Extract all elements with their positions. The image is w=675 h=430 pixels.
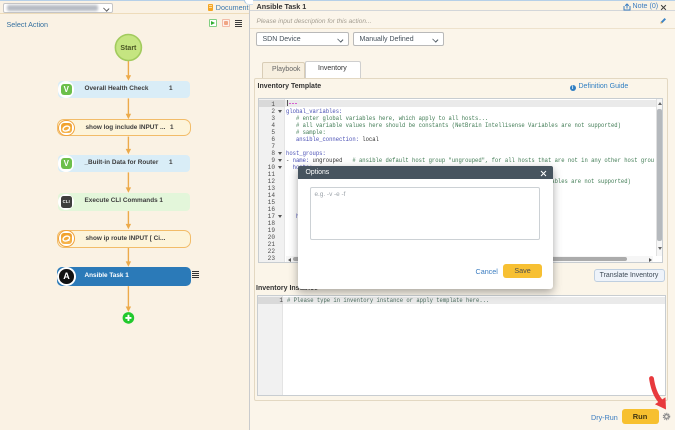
svg-text:Start: Start bbox=[120, 45, 137, 52]
